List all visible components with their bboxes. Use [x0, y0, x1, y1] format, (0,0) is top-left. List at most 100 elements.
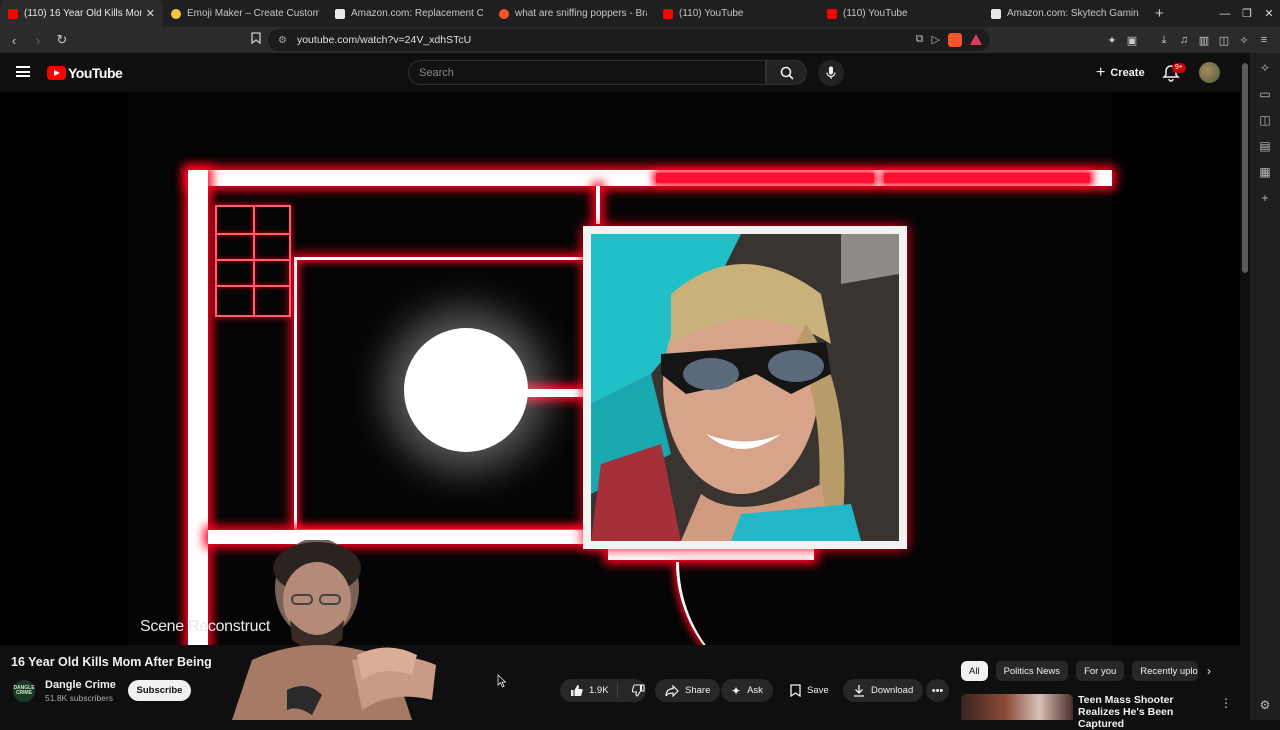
subscribe-button[interactable]: Subscribe [128, 680, 191, 701]
search-button[interactable] [766, 60, 807, 85]
add-panel-icon[interactable]: + [1261, 191, 1268, 205]
guide-menu-icon[interactable] [16, 66, 30, 77]
video-title: 16 Year Old Kills Mom After Being [11, 655, 212, 669]
tab-1[interactable]: Emoji Maker – Create Custom & [163, 0, 327, 27]
tab-0[interactable]: (110) 16 Year Old Kills Mom ✕ [0, 0, 163, 27]
youtube-wordmark: YouTube [68, 65, 123, 81]
tab-3[interactable]: what are sniffing poppers - Brav [491, 0, 655, 27]
channel-name[interactable]: Dangle Crime [45, 679, 116, 691]
media-icon[interactable]: ♫ [1176, 34, 1192, 46]
share-icon [665, 684, 679, 697]
window-controls: — ❐ ✕ [1214, 0, 1280, 27]
brave-shields-icon[interactable] [948, 33, 962, 47]
cast-icon[interactable]: ▷ [932, 33, 940, 47]
share-button[interactable]: Share [655, 679, 721, 702]
account-avatar[interactable] [1199, 62, 1220, 83]
open-in-app-icon[interactable]: ⧉ [916, 33, 924, 47]
bookmark-icon[interactable] [246, 32, 266, 47]
thumbs-down-icon [631, 684, 645, 697]
neon-top-stripe-2 [884, 173, 1090, 183]
menu-icon[interactable]: ≡ [1256, 34, 1272, 46]
save-label: Save [807, 685, 829, 696]
brave-search-favicon-icon [499, 8, 509, 19]
video-player[interactable]: Scene Reconstruct [0, 92, 1240, 645]
download-button[interactable]: Download [843, 679, 924, 702]
sidebar-settings-icon[interactable]: ⚙ [1260, 698, 1271, 712]
forward-icon[interactable]: › [28, 33, 48, 48]
address-bar[interactable]: ⚙ youtube.com/watch?v=24V_xdhSTcU ⧉ ▷ [268, 29, 990, 51]
youtube-play-icon [47, 66, 66, 80]
site-settings-icon[interactable]: ⚙ [278, 35, 287, 46]
chip-for-you[interactable]: For you [1076, 661, 1125, 681]
youtube-logo[interactable]: YouTube [47, 65, 123, 81]
save-button[interactable]: Save [780, 679, 839, 702]
ask-button[interactable]: ✦ Ask [721, 679, 773, 702]
microphone-icon [826, 66, 836, 79]
wallet-extension-icon[interactable]: ◫ [1216, 34, 1232, 47]
amazon-favicon-icon [991, 8, 1001, 19]
search-input[interactable]: Search [408, 60, 766, 85]
amazon-favicon-icon [335, 8, 345, 19]
maximize-icon[interactable]: ❐ [1236, 7, 1258, 20]
reading-list-icon[interactable]: ▭ [1259, 87, 1270, 101]
dislike-button[interactable] [624, 684, 645, 697]
tab-label: Emoji Maker – Create Custom & [187, 8, 319, 19]
tab-6[interactable]: Amazon.com: Skytech Gaming C [983, 0, 1147, 27]
notification-badge: 9+ [1172, 63, 1186, 73]
close-tab-icon[interactable]: ✕ [146, 7, 155, 20]
sparkle-icon: ✦ [731, 683, 742, 698]
extensions-icon[interactable]: ✦ [1104, 34, 1120, 47]
tab-label: (110) YouTube [679, 8, 744, 19]
chip-recently-uploaded[interactable]: Recently uploaded [1132, 661, 1199, 681]
recommendation-menu-icon[interactable]: ⋮ [1220, 696, 1232, 710]
leo-ai-icon[interactable]: ✧ [1236, 34, 1252, 47]
youtube-favicon-icon [8, 8, 18, 19]
tab-label: (110) YouTube [843, 8, 908, 19]
neon-divider [596, 186, 600, 224]
new-tab-button[interactable]: + [1147, 5, 1172, 22]
create-button[interactable]: + Create [1088, 61, 1153, 85]
tab-5[interactable]: (110) YouTube [819, 0, 983, 27]
mouse-cursor-icon [497, 674, 507, 688]
glowing-light [404, 328, 528, 452]
tab-4[interactable]: (110) YouTube [655, 0, 819, 27]
plus-icon: + [1096, 64, 1106, 81]
history-sidebar-icon[interactable]: ▦ [1259, 165, 1270, 179]
browser-sidebar: ✧ ▭ ◫ ▤ ▦ + ⚙ [1250, 53, 1280, 720]
tab-2[interactable]: Amazon.com: Replacement CPU [327, 0, 491, 27]
voice-search-button[interactable] [818, 60, 844, 86]
neon-lower-line [608, 548, 814, 560]
url-text: youtube.com/watch?v=24V_xdhSTcU [296, 34, 472, 46]
leo-icon[interactable]: ✧ [1260, 61, 1270, 75]
chip-all[interactable]: All [961, 661, 988, 681]
brave-rewards-icon[interactable] [970, 34, 982, 45]
chevron-right-icon[interactable]: › [1207, 664, 1211, 678]
minimize-icon[interactable]: — [1214, 8, 1236, 20]
tab-label: Amazon.com: Skytech Gaming C [1007, 8, 1139, 19]
downloads-icon[interactable]: ⤓ [1156, 34, 1172, 47]
like-button[interactable]: 1.9K [560, 683, 618, 698]
neon-window-grid [215, 205, 291, 317]
scrollbar-thumb[interactable] [1242, 63, 1248, 273]
thumbs-up-icon [571, 685, 583, 696]
ask-label: Ask [747, 685, 763, 696]
reload-icon[interactable]: ↻ [52, 32, 72, 48]
more-actions-button[interactable]: ••• [926, 679, 949, 702]
youtube-favicon-icon [827, 8, 837, 19]
sidebar-toggle-icon[interactable]: ▥ [1196, 34, 1212, 47]
chip-politics-news[interactable]: Politics News [995, 661, 1069, 681]
recommendation-thumbnail[interactable] [961, 694, 1073, 720]
subscriber-count: 51.8K subscribers [45, 693, 114, 703]
bookmark-save-icon [790, 684, 801, 697]
like-dislike-group: 1.9K [560, 679, 646, 702]
back-icon[interactable]: ‹ [4, 33, 24, 48]
wallet-sidebar-icon[interactable]: ◫ [1259, 113, 1270, 127]
browser-extensions: ✦ ▣ ⤓ ♫ ▥ ◫ ✧ ≡ [1104, 27, 1272, 53]
wallet-icon[interactable]: ▣ [1124, 34, 1140, 47]
page-scrollbar[interactable] [1240, 53, 1250, 720]
recommendation-title[interactable]: Teen Mass Shooter Realizes He's Been Cap… [1078, 694, 1208, 730]
bookmarks-sidebar-icon[interactable]: ▤ [1259, 139, 1270, 153]
close-window-icon[interactable]: ✕ [1258, 7, 1280, 20]
channel-avatar[interactable]: DANGLE CRIME [13, 680, 35, 702]
browser-tab-bar: (110) 16 Year Old Kills Mom ✕ Emoji Make… [0, 0, 1280, 27]
